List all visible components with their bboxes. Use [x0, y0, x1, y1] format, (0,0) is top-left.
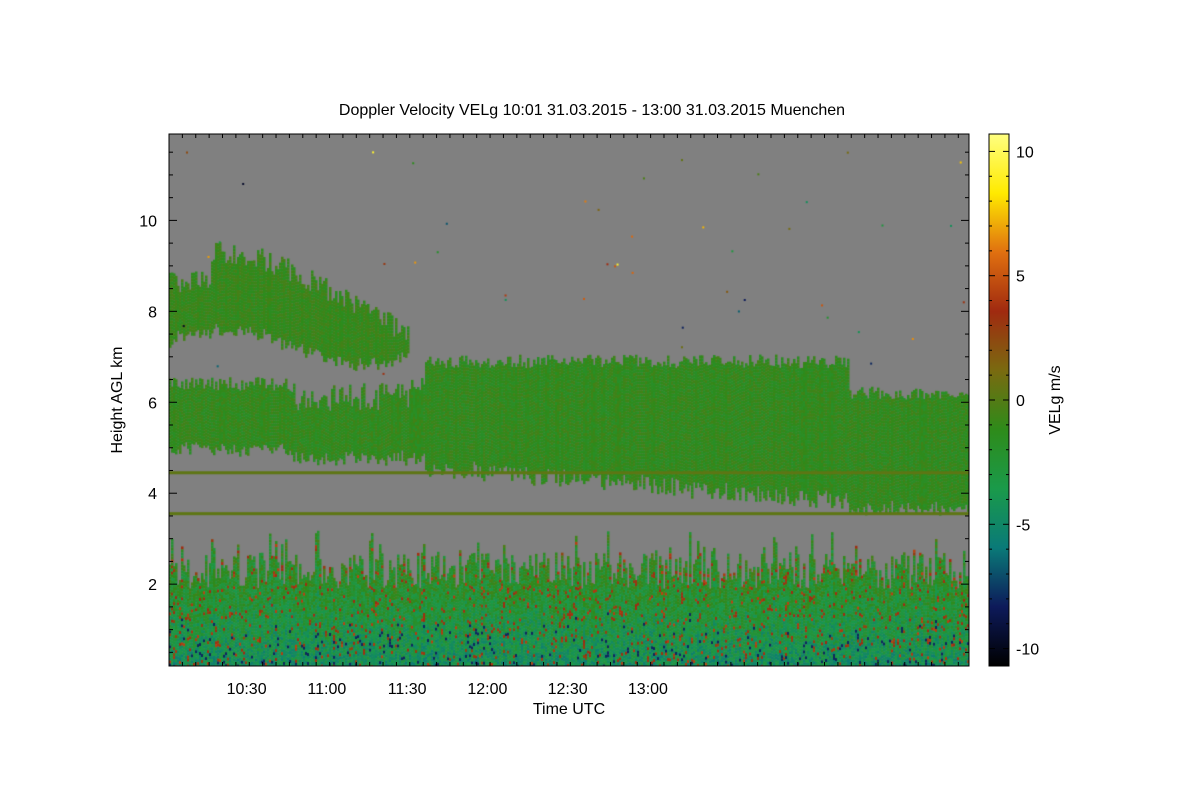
colorbar-tick-label: 0: [1016, 393, 1025, 410]
y-axis-label: Height AGL km: [109, 346, 126, 453]
plot-area: [169, 134, 969, 666]
x-tick-label: 13:00: [628, 681, 668, 698]
colorbar-tick-label: 10: [1016, 144, 1034, 161]
colorbar-tick-label: -5: [1016, 517, 1030, 534]
y-tick-label: 10: [139, 213, 157, 230]
doppler-velocity-chart: Doppler Velocity VELg 10:01 31.03.2015 -…: [109, 102, 1064, 718]
colorbar-label: VELg m/s: [1047, 365, 1064, 434]
y-tick-label: 2: [148, 577, 157, 594]
y-tick-label: 8: [148, 304, 157, 321]
heatmap-image: [169, 134, 969, 666]
x-tick-label: 11:30: [388, 681, 427, 698]
x-tick-label: 12:00: [467, 681, 507, 698]
x-tick-label: 11:00: [307, 681, 346, 698]
x-tick-label: 10:30: [227, 681, 267, 698]
y-tick-label: 6: [148, 395, 157, 412]
x-tick-label: 12:30: [548, 681, 588, 698]
x-axis-label: Time UTC: [533, 701, 605, 718]
chart-title: Doppler Velocity VELg 10:01 31.03.2015 -…: [339, 102, 845, 119]
colorbar-tick-label: -10: [1016, 642, 1039, 659]
colorbar-tick-label: 5: [1016, 269, 1025, 286]
y-tick-label: 4: [148, 486, 157, 503]
